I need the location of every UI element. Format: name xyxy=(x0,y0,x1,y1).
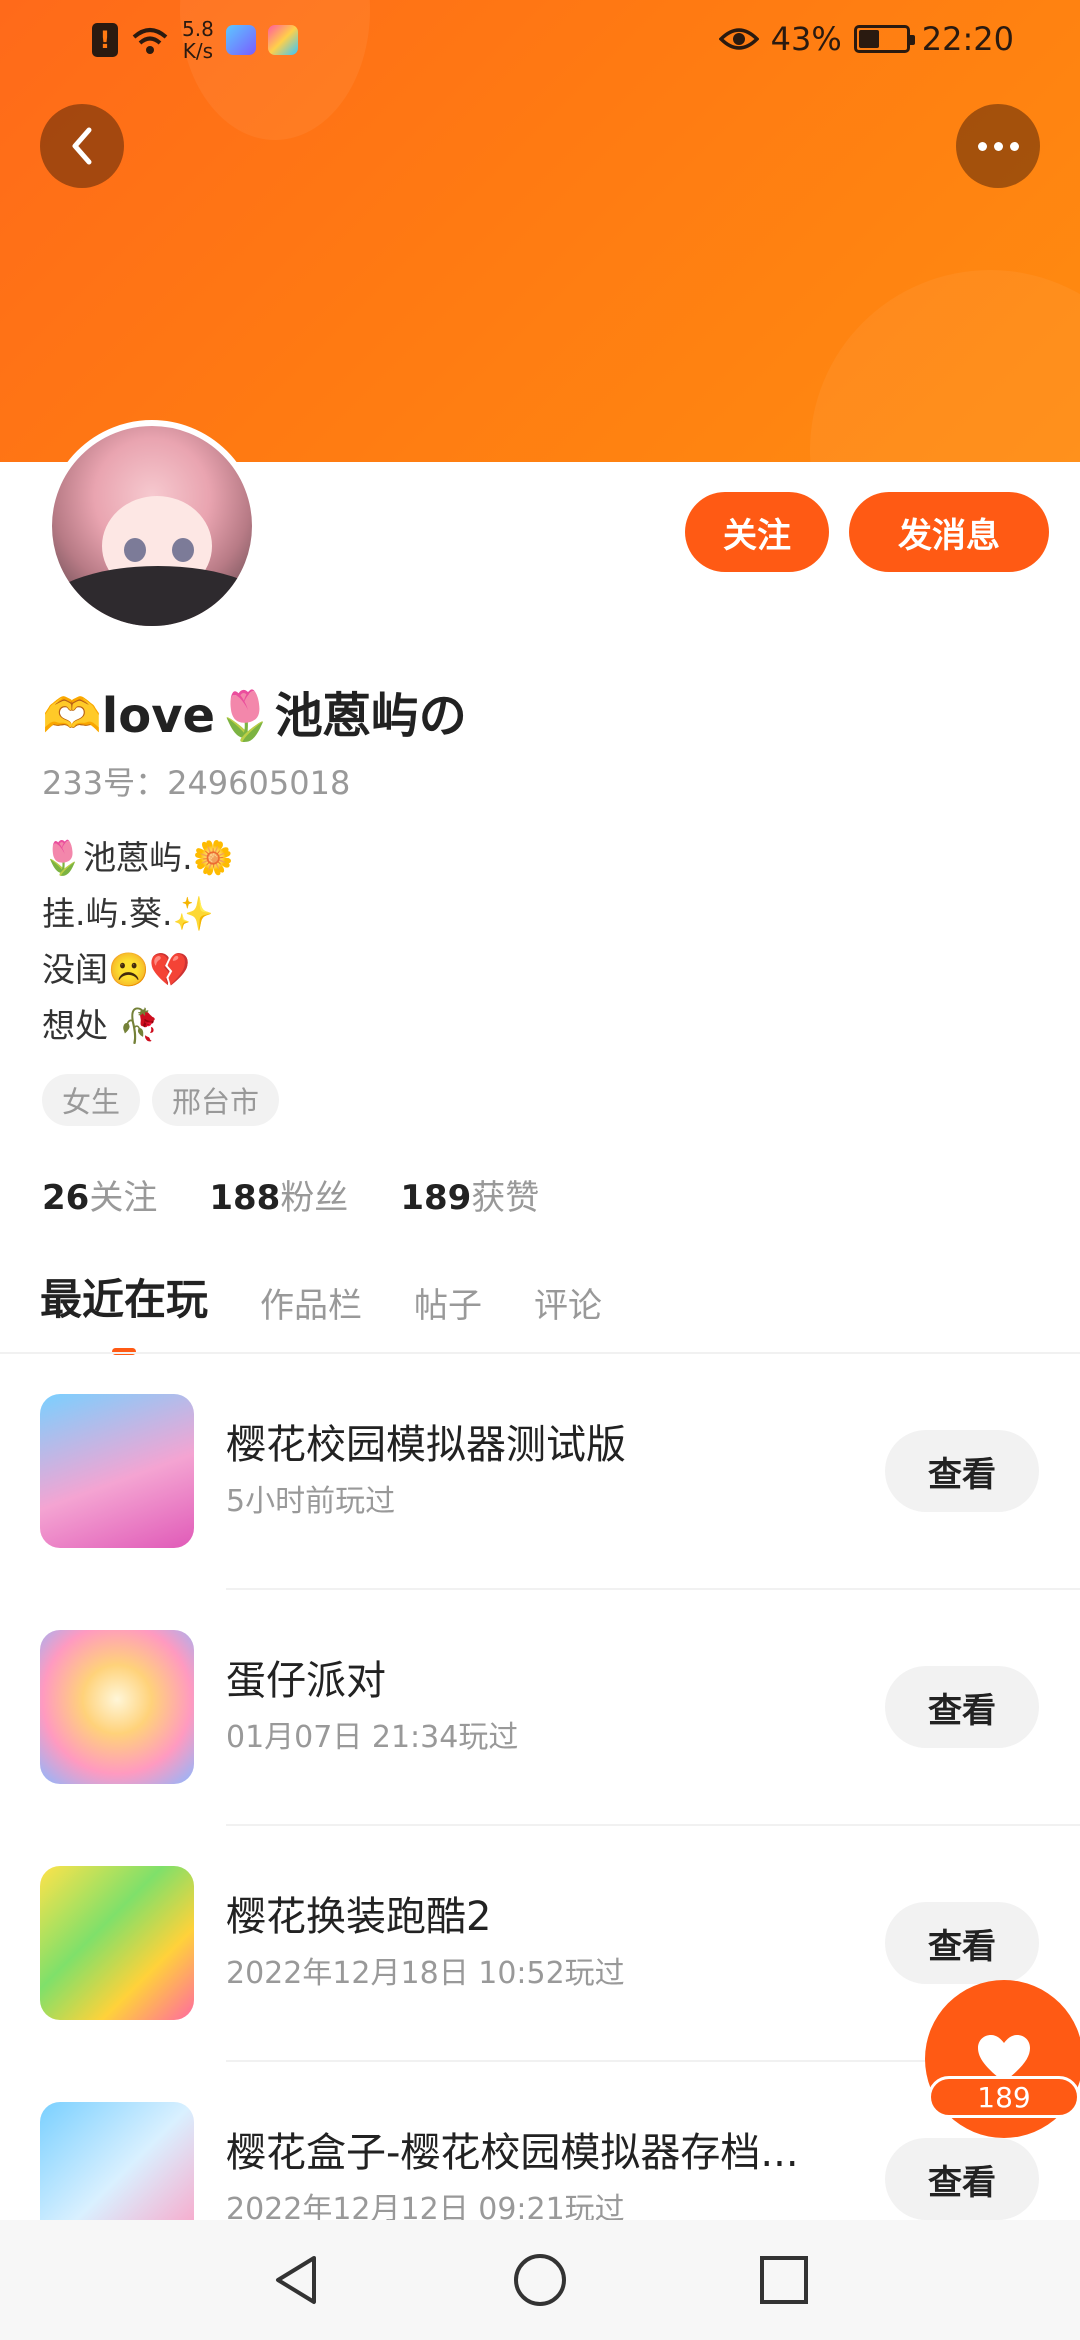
last-played-time: 2022年12月12日 09:21玩过 xyxy=(226,2192,625,2220)
location-tag: 邢台市 xyxy=(152,1074,280,1126)
nav-back-icon[interactable] xyxy=(270,2252,322,2308)
clock: 22:20 xyxy=(921,20,1014,58)
send-message-button[interactable]: 发消息 xyxy=(849,492,1049,572)
notification-app-icon xyxy=(267,25,298,55)
fans-stat[interactable]: 188粉丝 xyxy=(209,1170,348,1219)
view-button[interactable]: 查看 xyxy=(885,1666,1039,1748)
bio-line: 🌷池蒽屿.🌼 xyxy=(42,838,234,877)
status-bar: ! 5.8 K/s 43% 22:20 xyxy=(0,0,1080,84)
battery-icon xyxy=(853,25,915,53)
banner-decoration xyxy=(810,270,1080,462)
tab-comments[interactable]: 评论 xyxy=(534,1278,602,1327)
bio-line: 没闺☹️💔 xyxy=(42,950,191,989)
tab-works[interactable]: 作品栏 xyxy=(260,1278,362,1327)
battery-percent: 43% xyxy=(770,20,842,58)
avatar[interactable] xyxy=(46,420,258,632)
bio-line: 挂.屿.葵.✨ xyxy=(42,894,214,933)
game-title: 樱花盒子-樱花校园模拟器存档... xyxy=(226,2130,799,2176)
back-button[interactable] xyxy=(40,104,124,188)
tab-recently-played[interactable]: 最近在玩 xyxy=(40,1266,208,1355)
nav-recents-icon[interactable] xyxy=(758,2254,810,2306)
likes-stat[interactable]: 189获赞 xyxy=(400,1170,539,1219)
nav-home-icon[interactable] xyxy=(512,2252,568,2308)
system-nav-bar xyxy=(0,2220,1080,2340)
game-icon xyxy=(40,1630,194,1784)
list-item[interactable]: 蛋仔派对 01月07日 21:34玩过 查看 xyxy=(0,1590,1080,1826)
last-played-time: 2022年12月18日 10:52玩过 xyxy=(226,1956,625,1991)
view-button[interactable]: 查看 xyxy=(885,2138,1039,2220)
game-icon xyxy=(40,1394,194,1548)
back-arrow-icon xyxy=(72,127,92,165)
game-title: 樱花换装跑酷2 xyxy=(226,1894,492,1940)
game-icon xyxy=(40,2102,194,2220)
wifi-icon xyxy=(132,28,168,54)
user-id: 233号：249605018 xyxy=(42,764,351,802)
user-tags: 女生 邢台市 xyxy=(42,1074,280,1126)
more-button[interactable] xyxy=(956,104,1040,188)
list-item[interactable]: 樱花校园模拟器测试版 5小时前玩过 查看 xyxy=(0,1354,1080,1590)
profile-stats: 26关注 188粉丝 189获赞 xyxy=(42,1170,539,1219)
follow-button[interactable]: 关注 xyxy=(685,492,829,572)
bio-line: 想处 🥀 xyxy=(42,1006,160,1045)
more-dots-icon xyxy=(977,141,1019,151)
list-item[interactable]: 樱花换装跑酷2 2022年12月18日 10:52玩过 查看 xyxy=(0,1826,1080,2062)
last-played-time: 01月07日 21:34玩过 xyxy=(226,1720,519,1755)
eye-icon xyxy=(718,28,759,50)
view-button[interactable]: 查看 xyxy=(885,1430,1039,1512)
view-button[interactable]: 查看 xyxy=(885,1902,1039,1984)
last-played-time: 5小时前玩过 xyxy=(226,1484,396,1519)
user-name: 🫶love🌷池蒽屿の xyxy=(42,688,467,744)
gender-tag: 女生 xyxy=(42,1074,141,1126)
game-title: 樱花校园模拟器测试版 xyxy=(226,1422,626,1468)
notification-app-icon xyxy=(225,25,256,55)
following-stat[interactable]: 26关注 xyxy=(42,1170,157,1219)
tab-posts[interactable]: 帖子 xyxy=(414,1278,482,1327)
profile-tabs: 最近在玩 作品栏 帖子 评论 xyxy=(40,1266,602,1355)
alert-icon: ! xyxy=(92,23,118,57)
game-icon xyxy=(40,1866,194,2020)
like-count: 189 xyxy=(928,2076,1080,2118)
user-bio: 🌷池蒽屿.🌼 挂.屿.葵.✨ 没闺☹️💔 想处 🥀 xyxy=(42,830,234,1054)
list-item[interactable]: 樱花盒子-樱花校园模拟器存档... 2022年12月12日 09:21玩过 查看 xyxy=(0,2062,1080,2220)
game-title: 蛋仔派对 xyxy=(226,1658,386,1704)
network-speed: 5.8 K/s xyxy=(182,17,214,63)
